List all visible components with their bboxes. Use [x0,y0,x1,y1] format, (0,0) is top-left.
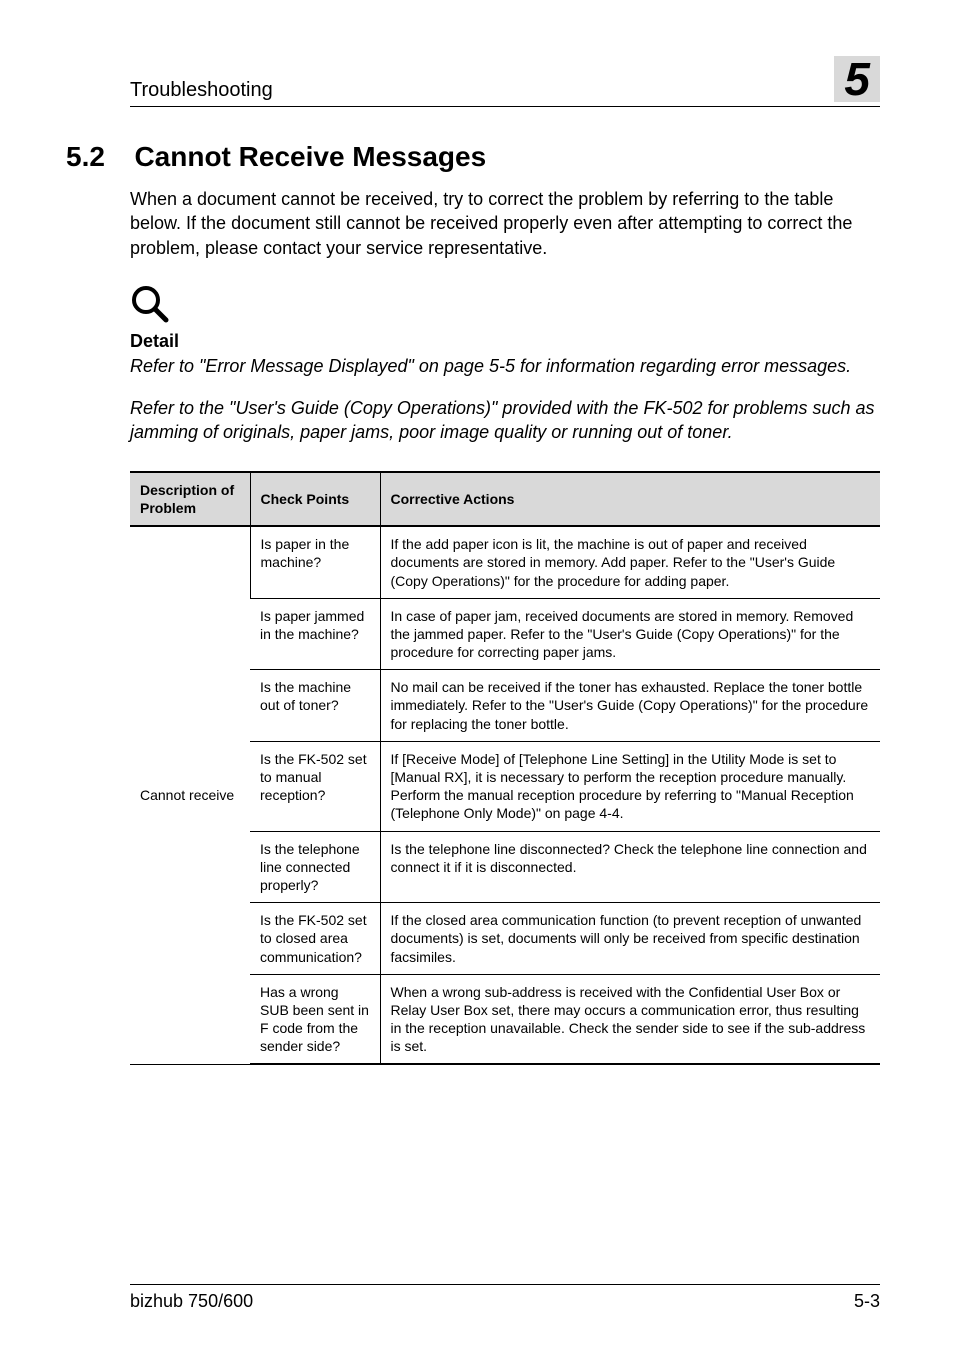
th-check: Check Points [250,472,380,526]
check-cell: Is the machine out of toner? [250,670,380,742]
section-number: 5.2 [66,141,130,173]
section-title: Cannot Receive Messages [134,141,486,173]
intro-paragraph: When a document cannot be received, try … [130,187,880,260]
detail-para-2: Refer to the "User's Guide (Copy Operati… [130,396,880,445]
action-cell: No mail can be received if the toner has… [380,670,880,742]
desc-cell: Cannot receive [130,526,250,1064]
action-cell: If the add paper icon is lit, the machin… [380,526,880,598]
detail-para-1: Refer to "Error Message Displayed" on pa… [130,354,880,378]
action-cell: When a wrong sub-address is received wit… [380,974,880,1064]
check-cell: Is the FK-502 set to closed area communi… [250,903,380,975]
magnifier-icon [130,284,880,329]
check-cell: Is the FK-502 set to manual reception? [250,741,380,831]
check-cell: Has a wrong SUB been sent in F code from… [250,974,380,1064]
action-cell: In case of paper jam, received documents… [380,598,880,670]
action-cell: If the closed area communication functio… [380,903,880,975]
header-left: Troubleshooting [130,79,273,102]
check-cell: Is paper jammed in the machine? [250,598,380,670]
th-action: Corrective Actions [380,472,880,526]
action-cell: Is the telephone line disconnected? Chec… [380,831,880,903]
th-desc: Description of Problem [130,472,250,526]
troubleshooting-table: Description of Problem Check Points Corr… [130,471,880,1066]
footer-right: 5-3 [854,1291,880,1312]
detail-heading: Detail [130,331,880,352]
check-cell: Is paper in the machine? [250,526,380,598]
action-cell: If [Receive Mode] of [Telephone Line Set… [380,741,880,831]
footer-left: bizhub 750/600 [130,1291,253,1312]
check-cell: Is the telephone line connected properly… [250,831,380,903]
chapter-number-badge: 5 [834,56,880,102]
